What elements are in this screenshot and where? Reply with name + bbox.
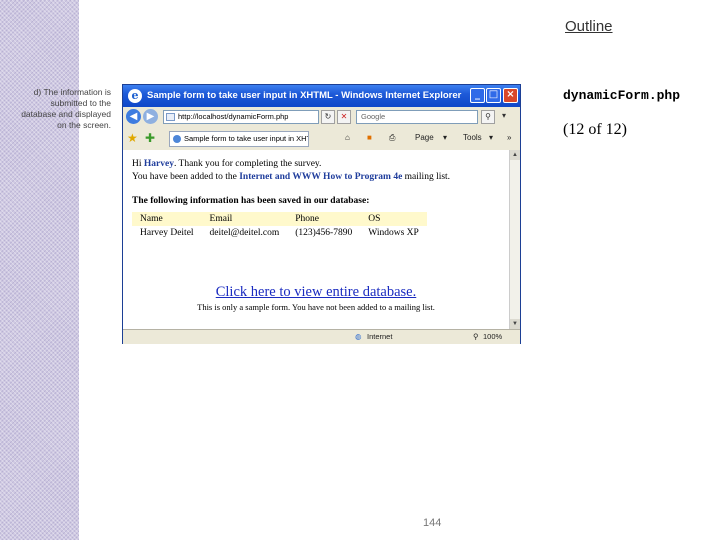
tab-page-icon: [173, 135, 181, 143]
added-suffix: mailing list.: [402, 172, 451, 182]
vertical-scrollbar[interactable]: ▲ ▼: [509, 150, 520, 329]
forward-arrow-icon[interactable]: ▶: [143, 109, 158, 124]
database-table: Name Email Phone OS Harvey Deitel deitel…: [132, 212, 427, 240]
star-icon[interactable]: ★: [127, 131, 138, 145]
column-header: Phone: [287, 212, 361, 226]
back-arrow-icon[interactable]: ◀: [126, 109, 141, 124]
scroll-up-icon[interactable]: ▲: [510, 150, 520, 160]
magnifier-icon[interactable]: ⚲: [481, 110, 495, 124]
saved-heading: The following information has been saved…: [132, 196, 370, 206]
home-icon[interactable]: ⌂: [345, 132, 350, 144]
menu-chevron-icon: ▾: [489, 133, 494, 142]
tools-menu[interactable]: Tools: [463, 132, 482, 144]
zoom-icon: ⚲: [473, 332, 479, 341]
menu-chevron-icon: ▾: [443, 133, 448, 142]
mailing-list-name: Internet and WWW How to Program 4e: [239, 172, 403, 182]
browser-window: e Sample form to take user input in XHTM…: [122, 84, 521, 344]
table-cell: deitel@deitel.com: [209, 228, 280, 238]
table-cell: (123)456-7890: [295, 228, 353, 238]
printer-icon[interactable]: ⎙: [389, 132, 395, 144]
search-options-chevron-icon[interactable]: ▾: [497, 110, 511, 124]
stop-icon[interactable]: ✕: [337, 110, 351, 124]
outline-link[interactable]: Outline: [565, 18, 613, 35]
minimize-button[interactable]: _: [470, 88, 485, 103]
figure-caption: d) The information is submitted to the d…: [21, 87, 111, 130]
table-cell: Windows XP: [368, 228, 419, 238]
internet-explorer-icon: e: [128, 89, 142, 103]
refresh-icon[interactable]: ↻: [321, 110, 335, 124]
table-cell: Harvey Deitel: [140, 228, 194, 238]
close-button[interactable]: ×: [503, 88, 518, 103]
page-menu[interactable]: Page: [415, 132, 434, 144]
tab-label: Sample form to take user input in XHT...: [184, 134, 309, 143]
column-header: Email: [201, 212, 288, 226]
search-input[interactable]: Google: [356, 110, 478, 124]
column-header: Name: [132, 212, 202, 226]
page-content: Hi Harvey. Thank you for completing the …: [123, 150, 509, 329]
maximize-button[interactable]: □: [486, 88, 501, 103]
address-bar[interactable]: http://localhost/dynamicForm.php: [163, 110, 319, 124]
file-name-label: dynamicForm.php: [563, 88, 681, 103]
address-toolbar: ◀ ▶ http://localhost/dynamicForm.php ↻ ✕…: [123, 107, 520, 128]
column-header: OS: [360, 212, 427, 226]
status-bar: ◍ Internet ⚲ 100%: [123, 329, 520, 344]
page-icon: [166, 113, 175, 121]
added-prefix: You have been added to the: [132, 172, 240, 182]
feeds-icon[interactable]: ■: [367, 132, 372, 144]
decorative-sidebar: [0, 0, 79, 540]
greeting-suffix: . Thank you for completing the survey.: [173, 159, 322, 169]
greeting-prefix: Hi: [132, 159, 144, 169]
address-text: http://localhost/dynamicForm.php: [178, 112, 289, 121]
zoom-level[interactable]: 100%: [483, 330, 502, 343]
window-title: Sample form to take user input in XHTML …: [147, 90, 462, 101]
title-bar[interactable]: e Sample form to take user input in XHTM…: [123, 85, 520, 107]
mailing-line: You have been added to the Internet and …: [132, 172, 450, 182]
sample-form-note: This is only a sample form. You have not…: [197, 302, 435, 312]
add-favorite-icon[interactable]: ✚: [145, 131, 155, 145]
tab-toolbar: ★ ✚ Sample form to take user input in XH…: [123, 128, 520, 151]
globe-icon: ◍: [355, 332, 362, 341]
zone-label: Internet: [367, 332, 393, 341]
greeting-line: Hi Harvey. Thank you for completing the …: [132, 159, 321, 169]
page-number: 144: [423, 517, 442, 529]
table-row: Harvey Deitel deitel@deitel.com (123)456…: [132, 226, 427, 240]
table-header-row: Name Email Phone OS: [132, 212, 427, 226]
slide-counter: (12 of 12): [563, 121, 627, 138]
tab-sample-form[interactable]: Sample form to take user input in XHT...: [169, 131, 309, 147]
view-database-link[interactable]: Click here to view entire database.: [123, 284, 509, 301]
user-name: Harvey: [143, 159, 174, 169]
overflow-chevron-icon[interactable]: »: [507, 132, 511, 144]
scroll-down-icon[interactable]: ▼: [510, 319, 520, 329]
